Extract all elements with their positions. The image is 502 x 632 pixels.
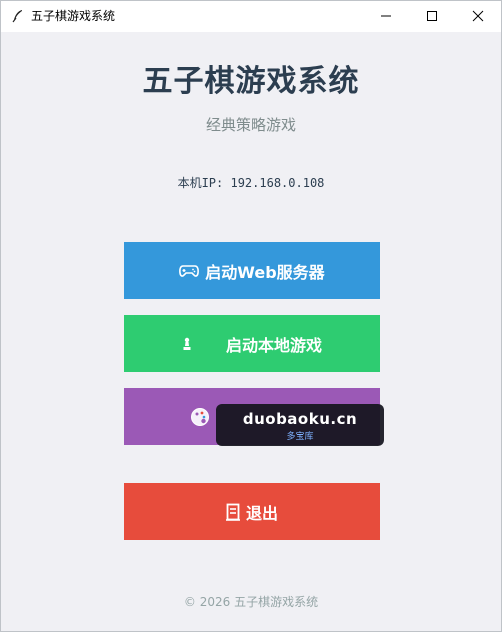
close-icon bbox=[472, 7, 484, 26]
palette-icon bbox=[190, 407, 210, 427]
copyright-footer: © 2026 五子棋游戏系统 bbox=[183, 595, 319, 609]
close-button[interactable] bbox=[455, 1, 501, 32]
door-icon bbox=[225, 503, 240, 521]
minimize-icon bbox=[380, 7, 392, 26]
watermark-sub-text: 多宝库 bbox=[286, 432, 314, 442]
local-ip-label: 本机IP: 192.168.0.108 bbox=[177, 176, 325, 190]
app-window: 五子棋游戏系统 五子棋游戏系统 经典策略游戏 本机IP: 192.168.0.1… bbox=[0, 0, 502, 632]
watermark-main-text: duobaoku.cn bbox=[242, 410, 358, 428]
chess-pawn-icon bbox=[182, 337, 192, 351]
page-subtitle: 经典策略游戏 bbox=[205, 116, 296, 134]
start-web-server-label: 启动Web服务器 bbox=[205, 262, 325, 282]
feather-icon bbox=[10, 8, 26, 24]
maximize-button[interactable] bbox=[409, 1, 455, 32]
window-title: 五子棋游戏系统 bbox=[31, 9, 116, 23]
start-web-server-button[interactable]: 启动Web服务器 bbox=[124, 242, 380, 299]
exit-button[interactable]: 退出 bbox=[124, 483, 380, 540]
gamepad-icon bbox=[179, 264, 200, 278]
minimize-button[interactable] bbox=[363, 1, 409, 32]
page-title: 五子棋游戏系统 bbox=[142, 64, 360, 99]
start-local-game-label: 启动本地游戏 bbox=[225, 335, 322, 355]
maximize-icon bbox=[426, 7, 438, 26]
watermark-overlay: duobaoku.cn 多宝库 bbox=[216, 404, 384, 446]
title-bar[interactable]: 五子棋游戏系统 bbox=[1, 1, 501, 32]
start-local-game-button[interactable]: 启动本地游戏 bbox=[124, 315, 380, 372]
exit-label: 退出 bbox=[245, 503, 278, 523]
